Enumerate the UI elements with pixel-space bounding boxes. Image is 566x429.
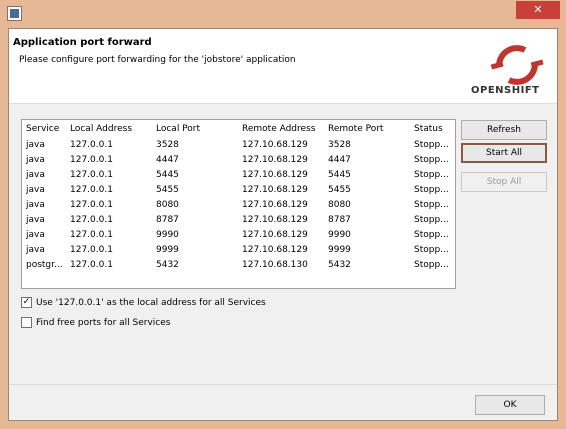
table-cell: java [26,200,45,210]
table-cell: java [26,215,45,225]
table-cell: postgr... [26,260,63,270]
find-free-ports-option[interactable]: Find free ports for all Services [21,317,170,328]
table-row[interactable]: java 127.0.0.1 8080 127.10.68.129 8080 Stopp.… [22,198,455,213]
table-cell: Stopp... [414,170,449,180]
table-row[interactable]: java 127.0.0.1 5445 127.10.68.129 5445 Stopp.… [22,168,455,183]
dialog-header: Application port forward Please configur… [9,29,557,104]
title-bar: ✕ [0,0,566,28]
table-cell: java [26,245,45,255]
table-row[interactable]: java 127.0.0.1 3528 127.10.68.129 3528 Stopp.… [22,138,455,153]
column-header[interactable]: Local Address [66,120,152,138]
close-button[interactable]: ✕ [516,1,560,19]
table-cell: java [26,185,45,195]
table-cell: 127.10.68.130 [242,260,308,270]
table-cell: 127.10.68.129 [242,140,308,150]
table-cell: 127.0.0.1 [70,215,113,225]
table-cell: 5432 [156,260,179,270]
table-cell: java [26,155,45,165]
table-cell: 3528 [156,140,179,150]
table-cell: 127.0.0.1 [70,200,113,210]
table-cell: 127.10.68.129 [242,200,308,210]
table-cell: 5445 [328,170,351,180]
table-cell: 127.0.0.1 [70,170,113,180]
openshift-logo-text: OPENSHIFT [471,85,540,96]
dialog-footer-separator [9,384,557,385]
table-cell: 127.10.68.129 [242,170,308,180]
table-cell: 127.0.0.1 [70,185,113,195]
table-cell: 4447 [328,155,351,165]
table-cell: 3528 [328,140,351,150]
table-cell: 5445 [156,170,179,180]
column-header[interactable]: Local Port [152,120,238,138]
table-row[interactable]: java 127.0.0.1 9990 127.10.68.129 9990 Stopp.… [22,228,455,243]
use-local-address-checkbox[interactable]: ✓ [21,297,32,308]
table-cell: 127.10.68.129 [242,215,308,225]
stop-all-button: Stop All [461,172,547,192]
ok-button[interactable]: OK [475,395,545,415]
table-cell: 5455 [156,185,179,195]
table-cell: 9999 [328,245,351,255]
use-local-address-option[interactable]: ✓ Use '127.0.0.1' as the local address f… [21,297,266,308]
dialog-window: ✕ Application port forward Please config… [0,0,566,429]
find-free-ports-label: Find free ports for all Services [36,317,171,328]
table-cell: 127.0.0.1 [70,230,113,240]
table-cell: 127.0.0.1 [70,245,113,255]
table-cell: Stopp... [414,245,449,255]
table-cell: 8787 [156,215,179,225]
table-cell: 9990 [156,230,179,240]
app-icon [7,6,22,21]
column-header[interactable]: Remote Address [238,120,324,138]
table-cell: Stopp... [414,260,449,270]
find-free-ports-checkbox[interactable] [21,317,32,328]
table-cell: 127.10.68.129 [242,185,308,195]
refresh-button[interactable]: Refresh [461,120,547,140]
table-row[interactable]: java 127.0.0.1 8787 127.10.68.129 8787 Stopp.… [22,213,455,228]
start-all-button[interactable]: Start All [461,143,547,163]
table-row[interactable]: java 127.0.0.1 9999 127.10.68.129 9999 Stopp.… [22,243,455,258]
table-cell: 8080 [328,200,351,210]
column-header[interactable]: Status [410,120,455,138]
table-cell: 127.0.0.1 [70,140,113,150]
table-header: Service Local Address Local Port Remote Add… [22,120,455,138]
table-cell: Stopp... [414,200,449,210]
use-local-address-label: Use '127.0.0.1' as the local address for… [36,297,266,308]
table-cell: 5455 [328,185,351,195]
column-header[interactable]: Remote Port [324,120,410,138]
dialog-description: Please configure port forwarding for the… [19,55,296,65]
dialog-body: Application port forward Please configur… [8,28,558,421]
table-cell: 9999 [156,245,179,255]
port-forward-table[interactable]: Service Local Address Local Port Remote Add… [21,119,456,289]
table-cell: Stopp... [414,230,449,240]
table-body: java 127.0.0.1 3528 127.10.68.129 3528 Stopp.… [22,138,455,273]
table-row[interactable]: java 127.0.0.1 5455 127.10.68.129 5455 Stopp.… [22,183,455,198]
table-cell: 5432 [328,260,351,270]
table-cell: 8080 [156,200,179,210]
table-cell: java [26,170,45,180]
table-cell: 127.10.68.129 [242,155,308,165]
table-cell: Stopp... [414,140,449,150]
table-cell: Stopp... [414,185,449,195]
table-cell: 9990 [328,230,351,240]
table-cell: 127.10.68.129 [242,230,308,240]
table-cell: 8787 [328,215,351,225]
table-cell: 127.10.68.129 [242,245,308,255]
table-cell: java [26,140,45,150]
dialog-title: Application port forward [13,37,152,48]
table-cell: java [26,230,45,240]
table-cell: Stopp... [414,215,449,225]
table-cell: 127.0.0.1 [70,155,113,165]
column-header[interactable]: Service [22,120,66,138]
table-cell: 127.0.0.1 [70,260,113,270]
table-row[interactable]: postgr... 127.0.0.1 5432 127.10.68.130 5432 S… [22,258,455,273]
table-cell: 4447 [156,155,179,165]
table-cell: Stopp... [414,155,449,165]
table-row[interactable]: java 127.0.0.1 4447 127.10.68.129 4447 Stopp.… [22,153,455,168]
